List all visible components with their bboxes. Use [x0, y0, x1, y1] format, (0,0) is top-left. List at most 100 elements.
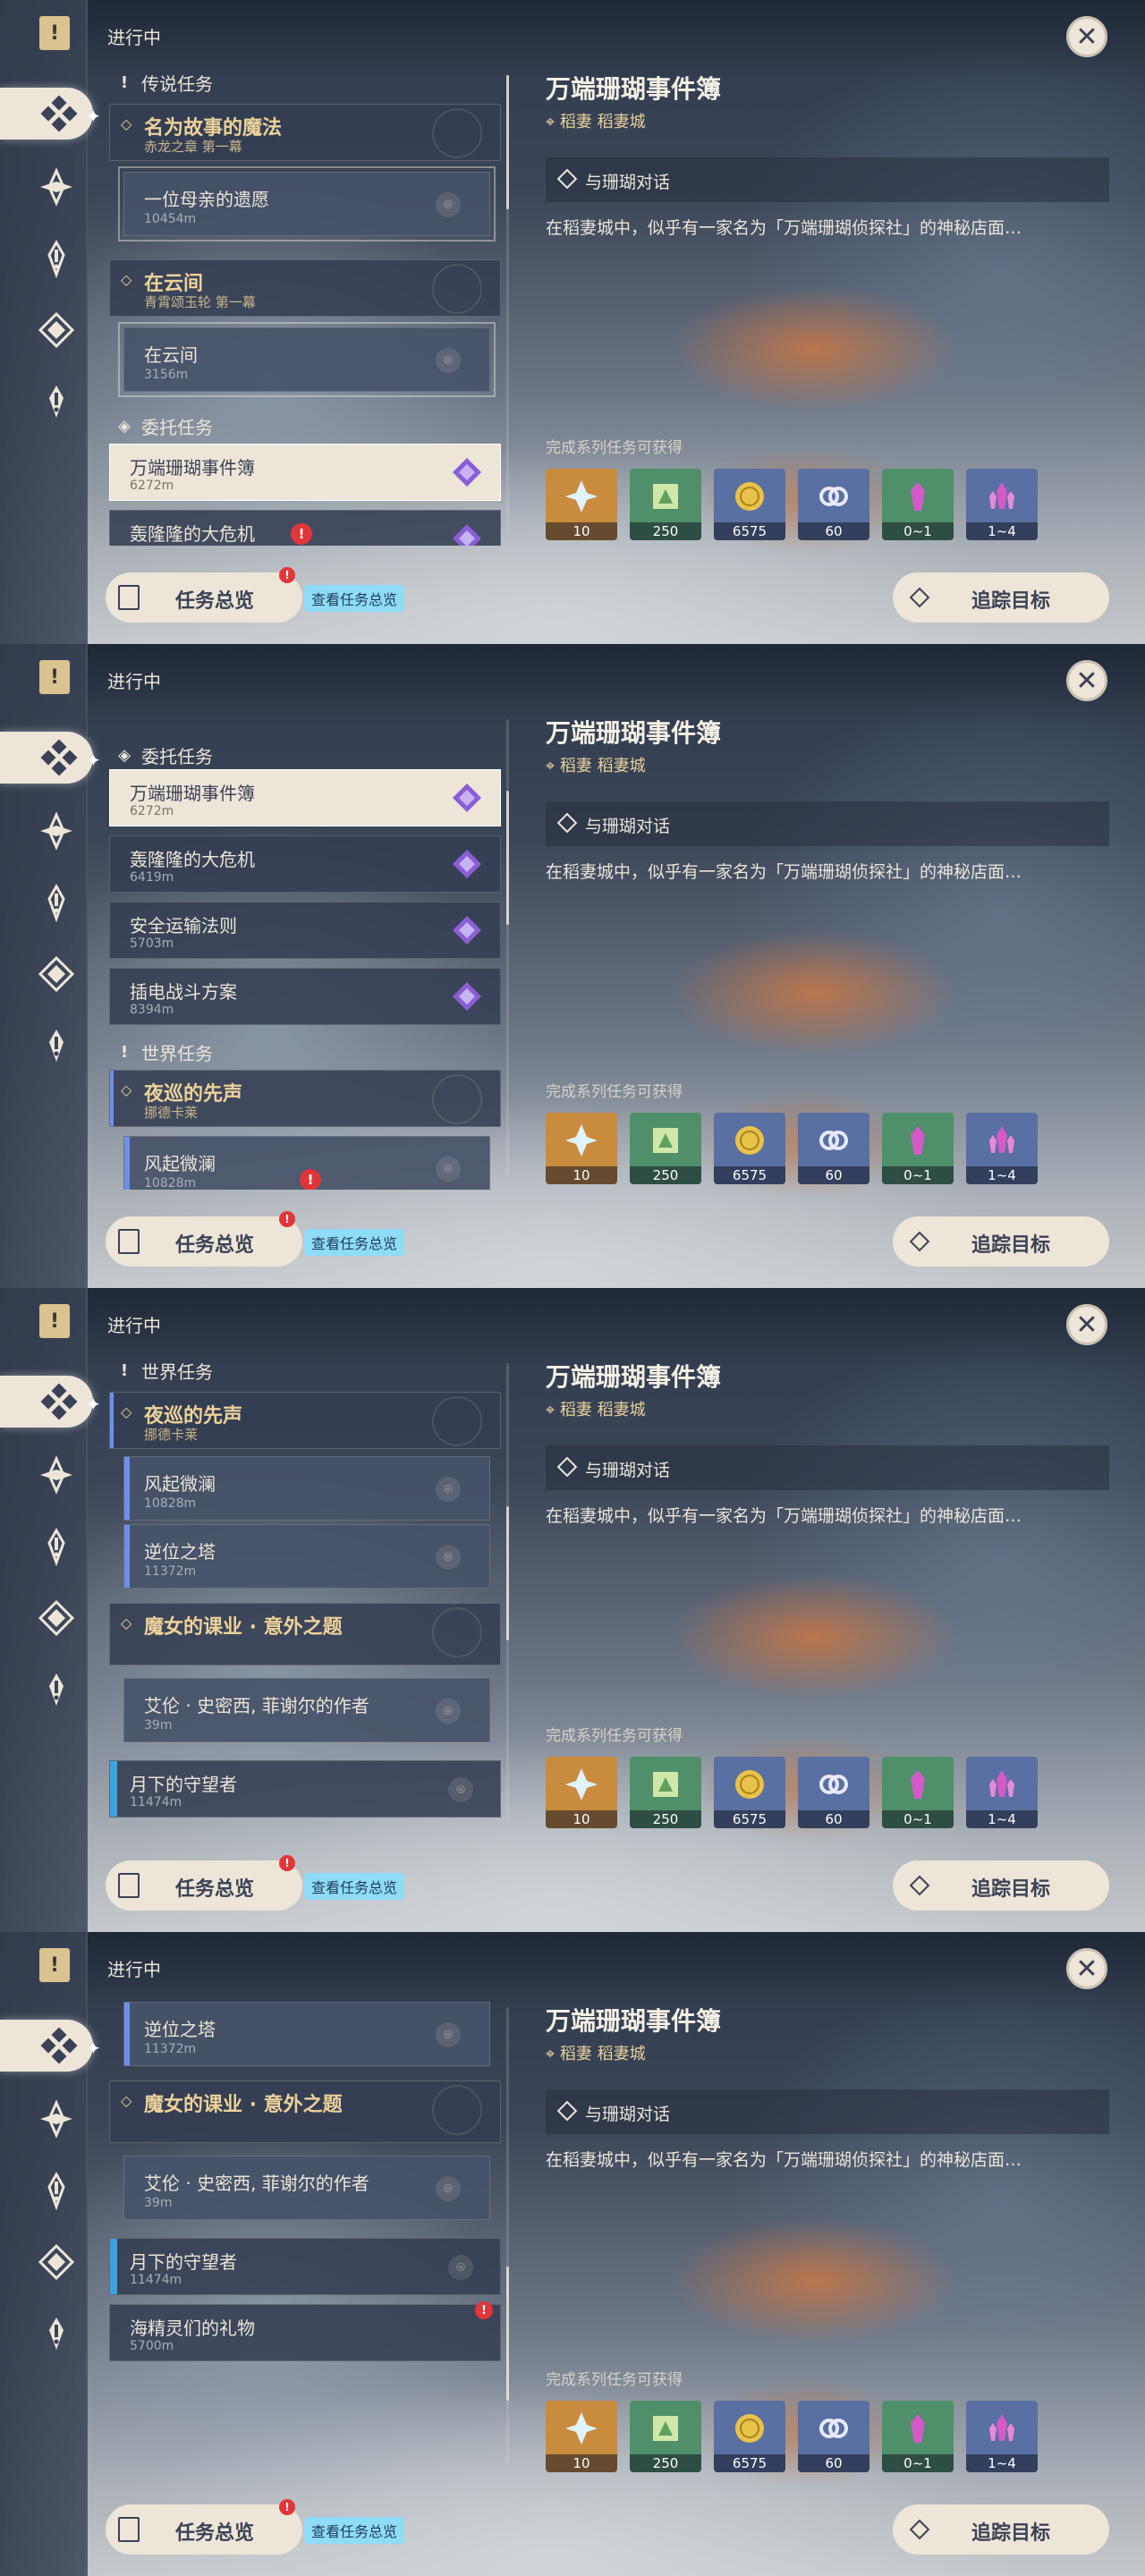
quest-step[interactable]: 艾伦 · 史密西, 菲谢尔的作者 39m ⌾ — [123, 2156, 490, 2220]
tab-event[interactable] — [36, 381, 77, 422]
tab-commission-active[interactable] — [0, 732, 93, 784]
quest-item[interactable]: 轰隆隆的大危机 6419m — [109, 835, 501, 893]
close-button[interactable]: ✕ — [1066, 16, 1107, 57]
reward-item[interactable]: 1~4 — [966, 2401, 1038, 2472]
tab-story[interactable] — [36, 882, 77, 923]
tab-world[interactable] — [36, 2241, 77, 2283]
quest-book-icon[interactable]: ! — [39, 1304, 70, 1338]
quest-item[interactable]: 海精灵们的礼物 5700m! — [109, 2301, 501, 2361]
scroll-thumb[interactable] — [506, 1506, 509, 1640]
scroll-thumb[interactable] — [506, 2267, 509, 2401]
tab-archon[interactable] — [36, 810, 77, 852]
quest-book-icon[interactable]: ! — [39, 660, 70, 694]
reward-item[interactable]: 1~4 — [966, 469, 1038, 540]
reward-item[interactable]: 6575 — [714, 1757, 785, 1828]
quest-item[interactable]: 轰隆隆的大危机! — [109, 510, 501, 546]
tab-event[interactable] — [36, 2313, 77, 2354]
tab-archon[interactable] — [36, 2098, 77, 2140]
quest-item[interactable]: 月下的守望者 11474m ⌾ — [109, 2238, 501, 2295]
map-pin-icon[interactable]: ⌾ — [436, 1699, 461, 1724]
map-pin-icon[interactable]: ⌾ — [436, 348, 461, 373]
tab-story[interactable] — [36, 238, 77, 279]
close-button[interactable]: ✕ — [1066, 660, 1107, 701]
map-pin-icon[interactable]: ⌾ — [436, 2022, 461, 2047]
reward-item[interactable]: 10 — [546, 2401, 617, 2472]
quest-step[interactable]: 逆位之塔 11372m ⌾ — [123, 2002, 490, 2066]
map-pin-icon[interactable]: ⌾ — [448, 1777, 473, 1802]
reward-item[interactable]: 250 — [630, 2401, 701, 2472]
reward-item[interactable]: 1~4 — [966, 1757, 1038, 1828]
reward-item[interactable]: 6575 — [714, 2401, 785, 2472]
tab-world[interactable] — [36, 1597, 77, 1639]
quest-group[interactable]: ◇ 魔女的课业 · 意外之题 — [109, 2080, 501, 2143]
quest-step[interactable]: 风起微澜 10828m! ⌾ — [123, 1136, 490, 1190]
reward-item[interactable]: 10 — [546, 1113, 617, 1184]
quest-overview-button[interactable]: 任务总览! — [106, 1855, 302, 1911]
map-pin-icon[interactable]: ⌾ — [436, 1157, 461, 1182]
tab-world[interactable] — [36, 309, 77, 351]
scrollbar[interactable] — [506, 719, 509, 1175]
quest-step[interactable]: 艾伦 · 史密西, 菲谢尔的作者 39m ⌾ — [123, 1678, 490, 1742]
quest-overview-button[interactable]: 任务总览! — [106, 1211, 302, 1267]
quest-item-selected[interactable]: 万端珊瑚事件簿 6272m — [109, 444, 501, 501]
reward-item[interactable]: 60 — [798, 469, 869, 540]
map-pin-icon[interactable]: ⌾ — [448, 2255, 473, 2280]
tab-story[interactable] — [36, 1526, 77, 1567]
tab-commission-active[interactable] — [0, 88, 93, 140]
tab-story[interactable] — [36, 2170, 77, 2211]
quest-item-selected[interactable]: 万端珊瑚事件簿 6272m — [109, 769, 501, 826]
map-pin-icon[interactable]: ⌾ — [436, 1545, 461, 1570]
scroll-thumb[interactable] — [506, 75, 509, 209]
reward-item[interactable]: 60 — [798, 2401, 869, 2472]
scrollbar[interactable] — [506, 75, 509, 531]
quest-step[interactable]: 在云间 3156m ⌾ — [118, 322, 496, 397]
map-pin-icon[interactable]: ⌾ — [436, 1477, 461, 1502]
quest-step[interactable]: 逆位之塔 11372m ⌾ — [123, 1524, 490, 1589]
close-button[interactable]: ✕ — [1066, 1304, 1107, 1345]
quest-group[interactable]: ◇ 在云间 青霄颂玉轮 第一幕 — [109, 259, 501, 317]
reward-item[interactable]: 6575 — [714, 1113, 785, 1184]
reward-item[interactable]: 0~1 — [882, 469, 954, 540]
map-pin-icon[interactable]: ⌾ — [436, 192, 461, 217]
close-button[interactable]: ✕ — [1066, 1948, 1107, 1989]
reward-item[interactable]: 10 — [546, 1757, 617, 1828]
reward-item[interactable]: 10 — [546, 469, 617, 540]
track-objective-button[interactable]: 追踪目标 — [893, 572, 1109, 623]
quest-book-icon[interactable]: ! — [39, 16, 70, 50]
quest-group[interactable]: ◇ 魔女的课业 · 意外之题 — [109, 1603, 501, 1665]
track-objective-button[interactable]: 追踪目标 — [893, 2504, 1109, 2555]
quest-step[interactable]: 一位母亲的遗愿 10454m ⌾ — [118, 166, 496, 242]
reward-item[interactable]: 6575 — [714, 469, 785, 540]
reward-item[interactable]: 250 — [630, 1757, 701, 1828]
quest-group[interactable]: ◇ 名为故事的魔法 赤龙之章 第一幕 — [109, 104, 501, 161]
reward-item[interactable]: 0~1 — [882, 1757, 954, 1828]
map-pin-icon[interactable]: ⌾ — [436, 2176, 461, 2201]
quest-group[interactable]: ◇ 夜巡的先声 挪德卡莱 — [109, 1392, 501, 1449]
reward-item[interactable]: 60 — [798, 1113, 869, 1184]
quest-item[interactable]: 月下的守望者 11474m ⌾ — [109, 1760, 501, 1818]
scrollbar[interactable] — [506, 1363, 509, 1819]
tab-commission-active[interactable] — [0, 1376, 93, 1428]
reward-item[interactable]: 60 — [798, 1757, 869, 1828]
track-objective-button[interactable]: 追踪目标 — [893, 1216, 1109, 1267]
tab-world[interactable] — [36, 953, 77, 995]
quest-group[interactable]: ◇ 夜巡的先声 挪德卡莱 — [109, 1070, 501, 1127]
tab-event[interactable] — [36, 1669, 77, 1710]
quest-step[interactable]: 风起微澜 10828m ⌾ — [123, 1456, 490, 1521]
tab-archon[interactable] — [36, 166, 77, 208]
tab-event[interactable] — [36, 1025, 77, 1066]
quest-item[interactable]: 安全运输法则 5703m — [109, 902, 501, 959]
reward-item[interactable]: 1~4 — [966, 1113, 1038, 1184]
reward-item[interactable]: 250 — [630, 1113, 701, 1184]
quest-overview-button[interactable]: 任务总览! — [106, 567, 302, 623]
scroll-thumb[interactable] — [506, 791, 509, 925]
tab-commission-active[interactable] — [0, 2020, 93, 2072]
tab-archon[interactable] — [36, 1454, 77, 1496]
reward-item[interactable]: 0~1 — [882, 2401, 954, 2472]
quest-item[interactable]: 插电战斗方案 8394m — [109, 968, 501, 1025]
reward-item[interactable]: 0~1 — [882, 1113, 954, 1184]
quest-book-icon[interactable]: ! — [39, 1948, 70, 1982]
quest-overview-button[interactable]: 任务总览! — [106, 2499, 302, 2555]
reward-item[interactable]: 250 — [630, 469, 701, 540]
track-objective-button[interactable]: 追踪目标 — [893, 1860, 1109, 1911]
